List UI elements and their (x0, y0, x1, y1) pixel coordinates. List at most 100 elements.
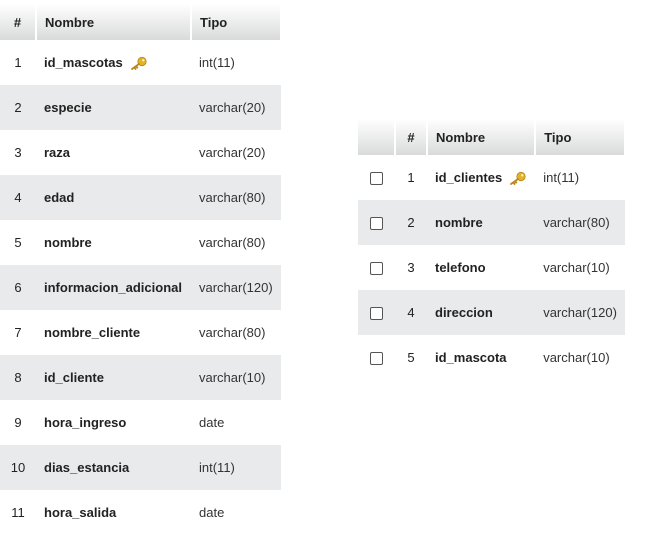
row-select-cell (358, 335, 395, 380)
column-name-cell: direccion (427, 290, 536, 335)
column-name: id_mascota (435, 350, 507, 365)
column-name-cell: nombre_cliente (36, 310, 191, 355)
table-header-row: # Nombre Tipo (0, 4, 282, 40)
column-header-nombre[interactable]: Nombre (36, 4, 192, 40)
column-name: hora_salida (44, 505, 117, 520)
column-header-nombre[interactable]: Nombre (427, 119, 537, 155)
column-type: varchar(80) (191, 310, 281, 355)
column-name: id_cliente (44, 370, 104, 385)
column-name: dias_estancia (44, 460, 130, 475)
table-row[interactable]: 1 id_mascotas int(11) (0, 40, 281, 85)
column-type: varchar(120) (535, 290, 626, 335)
column-name: nombre (44, 235, 92, 250)
column-type: varchar(10) (535, 245, 626, 290)
column-type: date (191, 490, 281, 535)
clientes-table-body: 1 id_clientes int(11) 2 nombre varchar(80) 3 te… (358, 155, 626, 380)
column-header-number[interactable]: # (0, 4, 37, 40)
row-number: 5 (395, 335, 427, 380)
row-number: 2 (395, 200, 427, 245)
column-name: informacion_adicional (44, 280, 182, 295)
column-header-tipo[interactable]: Tipo (191, 4, 282, 40)
row-number: 5 (0, 220, 36, 265)
column-type: varchar(20) (191, 130, 281, 175)
column-name-cell: id_mascotas (36, 40, 191, 85)
column-type: varchar(80) (191, 220, 281, 265)
table-row[interactable]: 11 hora_salida date (0, 490, 281, 535)
table-row[interactable]: 3 raza varchar(20) (0, 130, 281, 175)
table-row[interactable]: 4 direccion varchar(120) (358, 290, 626, 335)
column-name-cell: id_cliente (36, 355, 191, 400)
column-name: telefono (435, 260, 486, 275)
row-number: 3 (395, 245, 427, 290)
column-name: edad (44, 190, 75, 205)
column-header-tipo[interactable]: Tipo (535, 119, 627, 155)
column-type: varchar(80) (535, 200, 626, 245)
row-number: 9 (0, 400, 36, 445)
column-name-cell: informacion_adicional (36, 265, 191, 310)
table-row[interactable]: 8 id_cliente varchar(10) (0, 355, 281, 400)
column-header-number[interactable]: # (395, 119, 428, 155)
column-name-cell: dias_estancia (36, 445, 191, 490)
column-type: varchar(10) (535, 335, 626, 380)
row-number: 10 (0, 445, 36, 490)
row-number: 11 (0, 490, 36, 535)
row-number: 2 (0, 85, 36, 130)
column-name-cell: raza (36, 130, 191, 175)
row-checkbox[interactable] (370, 217, 383, 231)
mascotas-structure-table: # Nombre Tipo 1 id_mascotas int(11) 2 especi… (0, 4, 282, 535)
row-select-cell (358, 290, 395, 335)
column-name-cell: nombre (36, 220, 191, 265)
table-row[interactable]: 5 nombre varchar(80) (0, 220, 281, 265)
column-type: date (191, 400, 281, 445)
column-type: varchar(80) (191, 175, 281, 220)
mascotas-table-body: 1 id_mascotas int(11) 2 especie varchar(20) 3 r… (0, 40, 281, 535)
row-number: 1 (395, 155, 427, 200)
column-name-cell: nombre (427, 200, 536, 245)
row-select-cell (358, 155, 395, 200)
column-name-cell: hora_salida (36, 490, 191, 535)
table-row[interactable]: 7 nombre_cliente varchar(80) (0, 310, 281, 355)
row-number: 7 (0, 310, 36, 355)
row-select-cell (358, 245, 395, 290)
column-name: hora_ingreso (44, 415, 127, 430)
column-type: int(11) (191, 40, 281, 85)
column-name: direccion (435, 305, 493, 320)
column-name-cell: id_mascota (427, 335, 536, 380)
column-type: varchar(10) (191, 355, 281, 400)
clientes-structure-table: # Nombre Tipo 1 id_clientes int(11) 2 nombre… (358, 119, 627, 380)
column-name: raza (44, 145, 71, 160)
column-type: varchar(20) (191, 85, 281, 130)
row-checkbox[interactable] (370, 307, 383, 321)
column-name: id_mascotas (44, 54, 123, 70)
column-name-cell: especie (36, 85, 191, 130)
column-name: nombre_cliente (44, 325, 141, 340)
column-name-cell: id_clientes (427, 155, 536, 200)
row-number: 3 (0, 130, 36, 175)
column-name: id_clientes (435, 169, 503, 185)
table-row[interactable]: 4 edad varchar(80) (0, 175, 281, 220)
table-row[interactable]: 10 dias_estancia int(11) (0, 445, 281, 490)
table-row[interactable]: 2 especie varchar(20) (0, 85, 281, 130)
row-number: 4 (395, 290, 427, 335)
column-name: nombre (435, 215, 483, 230)
row-number: 4 (0, 175, 36, 220)
table-row[interactable]: 2 nombre varchar(80) (358, 200, 626, 245)
row-number: 8 (0, 355, 36, 400)
column-name-cell: hora_ingreso (36, 400, 191, 445)
column-name-cell: edad (36, 175, 191, 220)
table-row[interactable]: 6 informacion_adicional varchar(120) (0, 265, 281, 310)
row-checkbox[interactable] (370, 172, 383, 186)
table-row[interactable]: 3 telefono varchar(10) (358, 245, 626, 290)
key-icon (509, 171, 527, 186)
row-number: 6 (0, 265, 36, 310)
row-checkbox[interactable] (370, 262, 383, 276)
column-type: int(11) (191, 445, 281, 490)
column-name-cell: telefono (427, 245, 536, 290)
table-row[interactable]: 9 hora_ingreso date (0, 400, 281, 445)
table-header-row: # Nombre Tipo (358, 119, 627, 155)
table-row[interactable]: 1 id_clientes int(11) (358, 155, 626, 200)
row-select-cell (358, 200, 395, 245)
table-row[interactable]: 5 id_mascota varchar(10) (358, 335, 626, 380)
column-type: varchar(120) (191, 265, 281, 310)
row-checkbox[interactable] (370, 352, 383, 366)
